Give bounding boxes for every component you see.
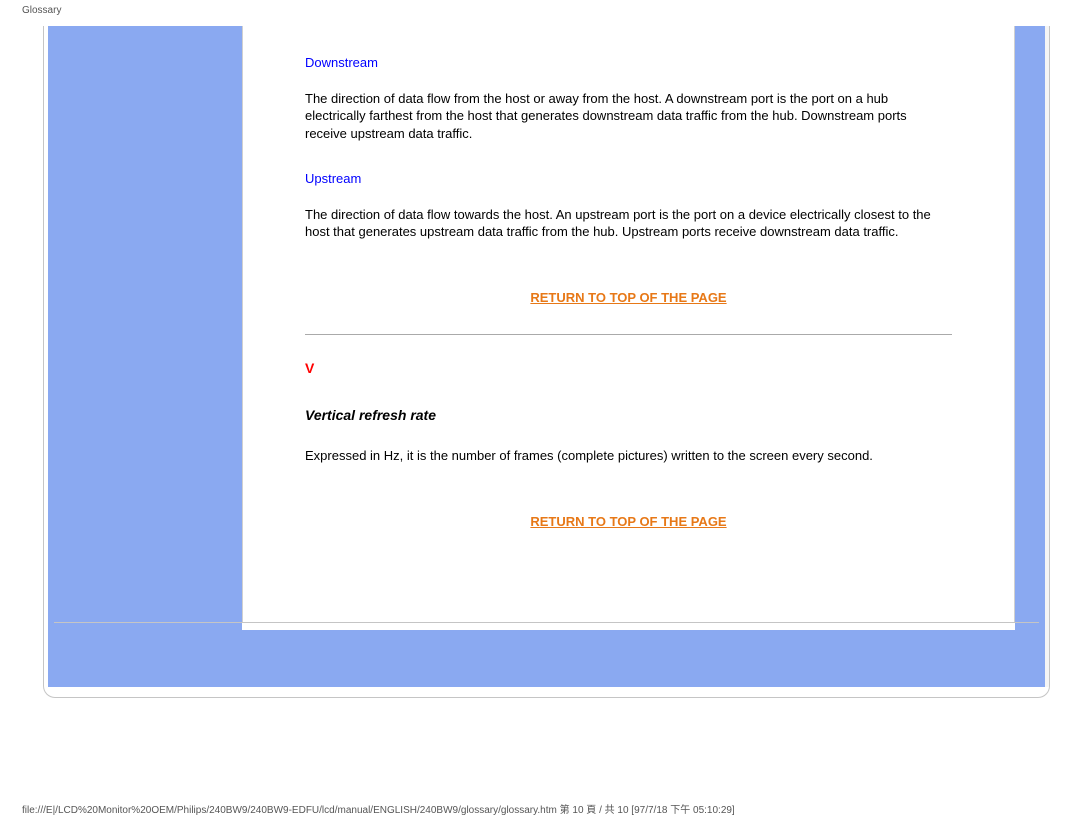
term-body-upstream: The direction of data flow towards the h… <box>305 206 952 241</box>
footer-file-path: file:///E|/LCD%20Monitor%20OEM/Philips/2… <box>22 801 735 816</box>
term-title-downstream: Downstream <box>305 54 952 72</box>
scrollbar-track[interactable] <box>1045 26 1049 687</box>
sidebar-background <box>48 26 242 687</box>
term-title-upstream: Upstream <box>305 170 952 188</box>
term-body-downstream: The direction of data flow from the host… <box>305 90 952 143</box>
term-body-vertical-refresh: Expressed in Hz, it is the number of fra… <box>305 447 952 465</box>
right-margin-background <box>1015 26 1045 687</box>
return-to-top-link[interactable]: RETURN TO TOP OF THE PAGE <box>305 289 952 307</box>
section-letter-v: V <box>305 359 952 378</box>
page-header-title: Glossary <box>0 0 1080 16</box>
footer-divider <box>54 622 1039 623</box>
return-to-top-link[interactable]: RETURN TO TOP OF THE PAGE <box>305 513 952 531</box>
content-area: Downstream The direction of data flow fr… <box>242 26 1015 623</box>
term-title-vertical-refresh: Vertical refresh rate <box>305 406 952 425</box>
bottom-frame-background <box>48 630 1045 687</box>
document-frame: Downstream The direction of data flow fr… <box>43 26 1050 698</box>
section-divider <box>305 334 952 335</box>
